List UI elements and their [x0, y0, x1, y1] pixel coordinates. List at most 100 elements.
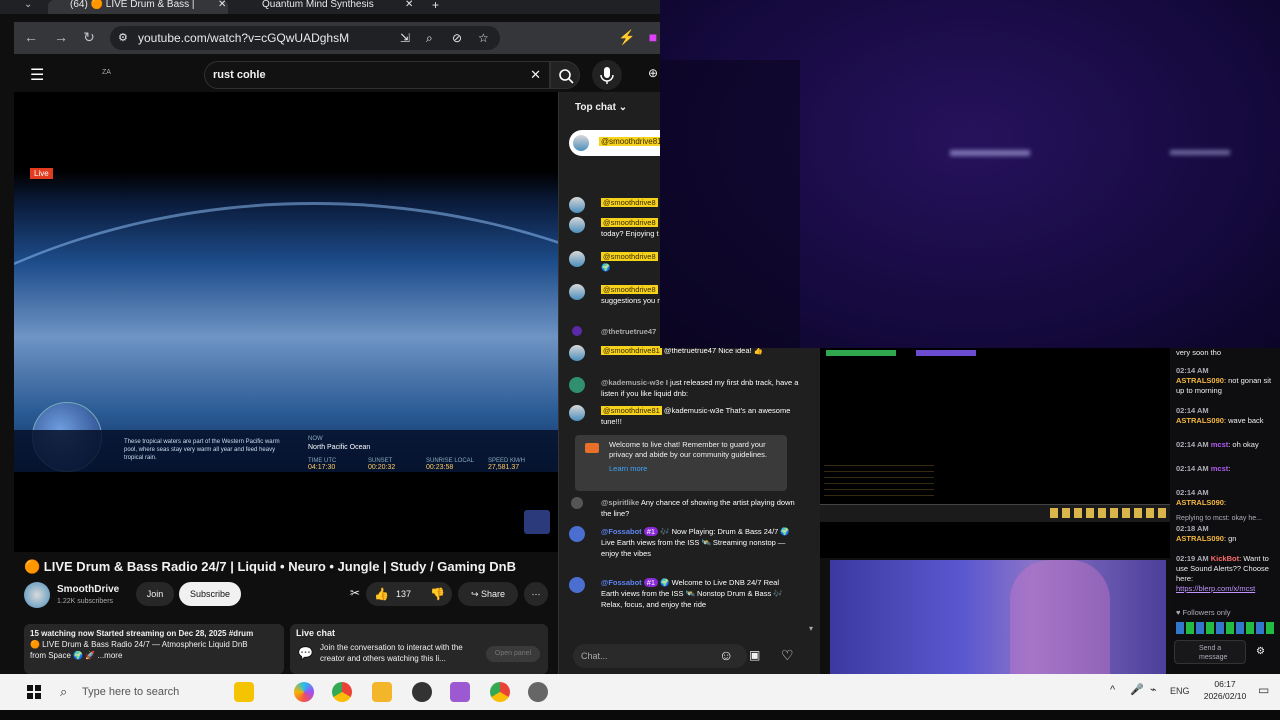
- clock-time: 06:17: [1214, 679, 1236, 689]
- tab-quantum-label: Quantum Mind Synthesis: [262, 0, 374, 10]
- person-shape: [1010, 560, 1110, 674]
- hud-sunrise: 00:23:58: [426, 464, 454, 471]
- twitch-username[interactable]: ASTRALS090: [1176, 498, 1224, 507]
- address-bar-row: ← → ↻ ⚙ youtube.com/watch?v=cGQwUADghsM …: [14, 22, 660, 54]
- chat-badge: #1: [643, 578, 659, 587]
- network-icon[interactable]: ⌁: [1150, 683, 1157, 696]
- chat-message[interactable]: @Fossabot #1 🌍 Welcome to Live DNB 24/7 …: [569, 577, 799, 610]
- join-button[interactable]: Join: [136, 582, 174, 606]
- app-icon-2[interactable]: [528, 682, 548, 702]
- clock-date: 2026/02/10: [1203, 691, 1247, 701]
- notification-icon[interactable]: ▭: [1258, 683, 1269, 697]
- chat-author: @smoothdrive8: [601, 198, 658, 207]
- twitch-message: 02:19 AM KickBot: Want to use Sound Aler…: [1176, 554, 1276, 594]
- chrome-icon[interactable]: [332, 682, 352, 702]
- twitch-chat-input[interactable]: Send a message: [1174, 640, 1246, 664]
- share-button[interactable]: ↪ Share: [458, 582, 518, 606]
- search-input-value: rust cohle: [213, 69, 266, 81]
- widgets-icon[interactable]: [234, 682, 254, 702]
- chat-author: @smoothdrive81: [601, 406, 662, 415]
- reload-icon[interactable]: ↻: [80, 28, 98, 46]
- twitch-username[interactable]: mcst: [1211, 440, 1229, 449]
- obs-icon[interactable]: [412, 682, 432, 702]
- back-icon[interactable]: ←: [22, 28, 40, 46]
- emote-row[interactable]: [1176, 622, 1276, 634]
- browser-tab-bar: ⌄ (64) 🟠 LIVE Drum & Bass | ✕ Quantum Mi…: [0, 0, 660, 14]
- close-icon[interactable]: ✕: [405, 0, 413, 10]
- video-title: 🟠 LIVE Drum & Bass Radio 24/7 | Liquid •…: [24, 559, 516, 574]
- chat-author: @thetruetrue47: [601, 327, 657, 336]
- emoji-icon[interactable]: ☺: [719, 647, 733, 663]
- site-info-icon[interactable]: ⚙: [118, 26, 128, 50]
- app-icon[interactable]: [450, 682, 470, 702]
- search-button[interactable]: [550, 61, 580, 89]
- avatar: [569, 377, 585, 393]
- tab-quantum[interactable]: Quantum Mind Synthesis ✕: [240, 0, 420, 14]
- description-box[interactable]: 15 watching now Started streaming on Dec…: [24, 624, 284, 674]
- extension-icon[interactable]: ⚡: [618, 28, 636, 46]
- close-icon[interactable]: ✕: [218, 0, 226, 10]
- live-chat-teaser: Live chat 💬 Join the conversation to int…: [290, 624, 548, 674]
- chat-author: @Fossabot: [601, 578, 642, 587]
- new-tab-button[interactable]: +: [432, 0, 439, 14]
- clock[interactable]: 06:17 2026/02/10: [1200, 678, 1250, 702]
- chat-message[interactable]: @smoothdrive81 @kademusic-w3e That's an …: [569, 405, 799, 427]
- stream-preview-video[interactable]: [660, 0, 1280, 348]
- twitch-username[interactable]: ASTRALS090: [1176, 376, 1224, 385]
- twitch-time: 02:14 AM: [1176, 366, 1209, 375]
- clip-icon[interactable]: ✂: [350, 586, 360, 600]
- subscribe-button[interactable]: Subscribe: [179, 582, 241, 606]
- file-explorer-icon[interactable]: [372, 682, 392, 702]
- chat-message[interactable]: @spiritlike Any chance of showing the ar…: [569, 497, 799, 519]
- copilot-icon[interactable]: [294, 682, 314, 702]
- super-chat-icon[interactable]: ▣: [749, 648, 760, 662]
- chat-author: @smoothdrive8: [601, 285, 658, 294]
- create-icon[interactable]: ⊕: [648, 66, 658, 80]
- avatar: [572, 326, 582, 336]
- voice-search-button[interactable]: [592, 60, 622, 90]
- scroll-down-icon[interactable]: ▾: [809, 624, 813, 633]
- search-input[interactable]: rust cohle ✕: [204, 61, 550, 89]
- menu-icon[interactable]: ☰: [30, 65, 44, 85]
- chrome-profile-icon[interactable]: [490, 682, 510, 702]
- learn-more-link[interactable]: Learn more: [609, 464, 781, 474]
- twitch-username[interactable]: mcst: [1211, 464, 1229, 473]
- chat-mode-dropdown[interactable]: Top chat ⌄: [575, 102, 627, 113]
- video-player[interactable]: Live These tropical waters are part of t…: [14, 92, 558, 552]
- heart-icon[interactable]: ♡: [781, 647, 794, 664]
- tab-youtube[interactable]: (64) 🟠 LIVE Drum & Bass | ✕: [48, 0, 228, 14]
- like-icon[interactable]: 👍: [374, 582, 389, 606]
- tab-list-chevron-icon[interactable]: ⌄: [24, 0, 32, 14]
- taskbar-search[interactable]: ⌕ Type here to search: [52, 678, 224, 706]
- microphone-icon[interactable]: 🎤: [1130, 683, 1144, 696]
- twitch-username[interactable]: ASTRALS090: [1176, 416, 1224, 425]
- tracking-icon[interactable]: ⊘: [452, 26, 462, 50]
- avatar[interactable]: [24, 582, 50, 608]
- zoom-icon[interactable]: ⌕: [426, 26, 433, 50]
- twitch-username[interactable]: ASTRALS090: [1176, 534, 1224, 543]
- youtube-logo[interactable]: ZA: [102, 69, 111, 76]
- bookmark-star-icon[interactable]: ☆: [478, 26, 489, 50]
- channel-watermark-icon[interactable]: [524, 510, 550, 534]
- open-panel-button[interactable]: Open panel: [486, 646, 540, 662]
- url-field[interactable]: ⚙ youtube.com/watch?v=cGQwUADghsM ⇲ ⌕ ⊘ …: [110, 26, 500, 50]
- language-indicator[interactable]: ENG: [1170, 686, 1190, 696]
- dark-shape: [660, 60, 800, 348]
- combat-log: [824, 460, 934, 500]
- tray-chevron-icon[interactable]: ^: [1110, 684, 1115, 696]
- settings-icon[interactable]: ⚙: [1256, 646, 1265, 657]
- twitch-link[interactable]: https://blerp.com/x/mcst: [1176, 584, 1255, 593]
- chat-message[interactable]: @kademusic-w3e I just released my first …: [569, 377, 799, 399]
- clear-search-icon[interactable]: ✕: [530, 62, 541, 88]
- twitch-username[interactable]: KickBot: [1211, 554, 1239, 563]
- live-chat-teaser-title: Live chat: [296, 628, 336, 638]
- channel-name[interactable]: SmoothDrive: [57, 584, 119, 595]
- twitch-time: 02:14 AM: [1176, 464, 1209, 473]
- more-actions-button[interactable]: ⋯: [524, 582, 548, 606]
- twitch-time: 02:19 AM: [1176, 554, 1209, 563]
- dislike-icon[interactable]: 👎: [430, 582, 445, 606]
- chat-message[interactable]: @Fossabot #1 🎶 Now Playing: Drum & Bass …: [569, 526, 799, 559]
- forward-icon[interactable]: →: [52, 28, 70, 46]
- install-icon[interactable]: ⇲: [400, 26, 410, 50]
- windows-start-icon[interactable]: [24, 682, 44, 702]
